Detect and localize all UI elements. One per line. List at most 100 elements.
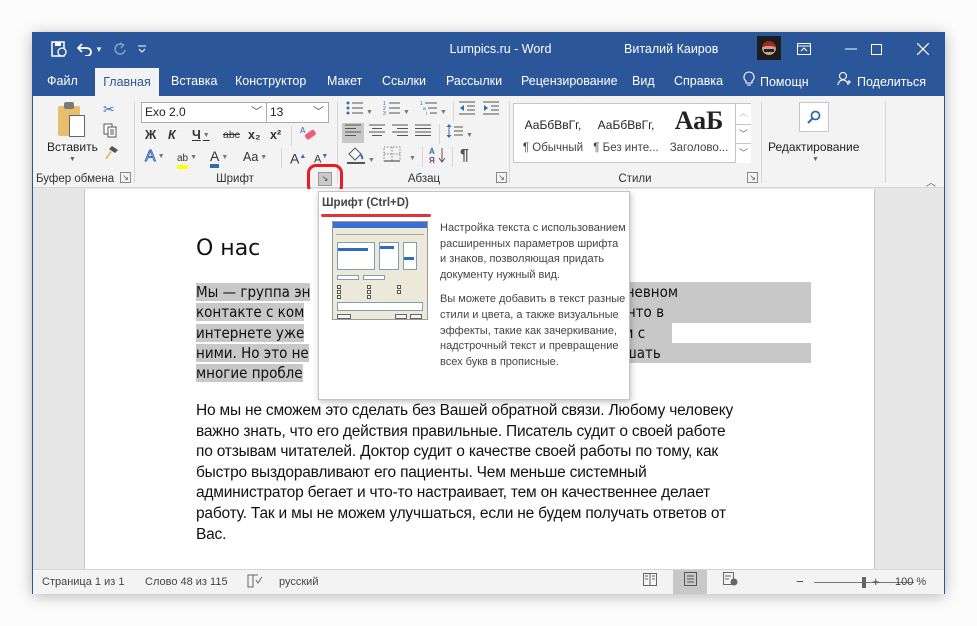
tab-view[interactable]: Вид <box>628 66 659 96</box>
highlight-dropdown-icon[interactable]: ▼ <box>190 154 197 161</box>
line-spacing-button[interactable]: ▼ <box>446 123 473 143</box>
zoom-in-button[interactable]: + <box>872 574 880 589</box>
highlight-button[interactable]: ab ▼ <box>177 147 197 169</box>
tab-tell-me[interactable]: Помощн <box>739 66 813 96</box>
superscript-button[interactable]: x² <box>270 125 281 145</box>
clear-formatting-button[interactable]: A <box>299 125 317 145</box>
zoom-slider-thumb[interactable] <box>862 577 866 588</box>
tab-design[interactable]: Конструктор <box>231 66 310 96</box>
text-line: быстро выздоравливают его пациенты. Чем … <box>196 463 647 481</box>
decrease-indent-button[interactable] <box>458 100 476 120</box>
text-line-left: ними. Но это не <box>196 343 309 362</box>
text-effects-icon: A <box>145 148 157 166</box>
underline-dropdown-icon[interactable]: ▼ <box>203 132 210 139</box>
increase-indent-icon <box>483 101 499 115</box>
language[interactable]: русский <box>279 576 318 588</box>
text-line: важно знать, что его действия правильные… <box>196 422 726 440</box>
tab-home[interactable]: Главная <box>95 68 159 98</box>
numbering-icon: 123 <box>383 101 400 117</box>
font-size-combo[interactable]: 13 ﹀ <box>266 102 329 123</box>
divider <box>452 147 453 167</box>
paragraph-dialog-launcher[interactable]: ↘ <box>496 172 507 183</box>
clipboard-dialog-launcher[interactable]: ↘ <box>120 172 131 183</box>
multilevel-dropdown-icon[interactable]: ▼ <box>440 109 447 116</box>
tab-insert[interactable]: Вставка <box>167 66 221 96</box>
maximize-icon <box>870 43 882 55</box>
print-layout-button[interactable] <box>673 570 707 594</box>
align-center-button[interactable] <box>369 123 385 143</box>
bullets-dropdown-icon[interactable]: ▼ <box>366 109 373 116</box>
print-layout-icon <box>683 572 697 586</box>
font-color-dropdown-icon[interactable]: ▼ <box>221 154 228 161</box>
bullets-icon <box>346 101 363 115</box>
page-count[interactable]: Страница 1 из 1 <box>42 576 124 588</box>
show-formatting-marks-button[interactable]: ¶ <box>460 146 469 166</box>
shading-button[interactable]: ▼ <box>346 146 375 166</box>
font-name-combo[interactable]: Exo 2.0 ﹀ <box>141 102 267 123</box>
numbering-dropdown-icon[interactable]: ▼ <box>403 109 410 116</box>
line-spacing-dropdown-icon[interactable]: ▼ <box>466 132 473 139</box>
paint-bucket-icon <box>347 147 365 164</box>
borders-dropdown-icon[interactable]: ▼ <box>409 155 416 162</box>
strikethrough-button[interactable]: abc <box>223 125 240 145</box>
chevron-down-icon[interactable]: ﹀ <box>251 103 262 122</box>
bold-button[interactable]: Ж <box>145 125 156 145</box>
format-painter-button[interactable] <box>103 145 119 163</box>
paste-dropdown-icon[interactable]: ▼ <box>69 156 76 163</box>
share-label: Поделиться <box>857 75 927 89</box>
justify-button[interactable] <box>415 123 431 143</box>
font-color-icon: A <box>210 149 220 168</box>
tab-references[interactable]: Ссылки <box>378 66 430 96</box>
tab-mailings[interactable]: Рассылки <box>442 66 506 96</box>
document-heading[interactable]: О нас <box>196 236 260 261</box>
document-paragraph[interactable]: Но мы не сможем это сделать без Вашей об… <box>196 401 826 545</box>
sort-button[interactable]: AЯ <box>429 146 447 166</box>
proofing-button[interactable] <box>247 574 263 591</box>
bullets-button[interactable]: ▼ <box>346 100 373 120</box>
collapse-ribbon-button[interactable]: ︿ <box>926 174 936 189</box>
user-name[interactable]: Виталий Каиров <box>624 42 718 56</box>
numbering-button[interactable]: 1 2 3 ▼ <box>383 100 410 120</box>
document-title-text: Lumpics.ru - Word <box>449 42 552 56</box>
svg-text:A: A <box>300 126 306 135</box>
group-clipboard: Вставить ▼ ✂ Буфер обмена ↘ <box>33 96 133 188</box>
chevron-down-icon[interactable]: ﹀ <box>313 103 324 122</box>
italic-button[interactable]: К <box>168 125 176 145</box>
grow-font-button[interactable]: A▲ <box>290 147 306 167</box>
justify-icon <box>415 124 431 136</box>
font-color-button[interactable]: A ▼ <box>210 147 228 168</box>
editing-label: Редактирование <box>768 140 860 154</box>
close-button[interactable] <box>900 32 944 66</box>
divider <box>422 147 423 167</box>
underline-button[interactable]: Ч ▼ <box>192 125 210 145</box>
word-count[interactable]: Слово 48 из 115 <box>145 576 228 588</box>
align-right-button[interactable] <box>392 123 408 143</box>
shading-dropdown-icon[interactable]: ▼ <box>368 157 375 164</box>
subscript-button[interactable]: x₂ <box>248 125 261 145</box>
maximize-button[interactable] <box>853 32 899 66</box>
text-effects-dropdown-icon[interactable]: ▼ <box>158 153 165 160</box>
styles-dialog-launcher[interactable]: ↘ <box>747 172 758 183</box>
increase-indent-button[interactable] <box>482 100 500 120</box>
cut-button[interactable]: ✂ <box>103 101 115 118</box>
tab-help[interactable]: Справка <box>670 66 727 96</box>
change-case-dropdown-icon[interactable]: ▼ <box>260 154 267 161</box>
tab-file[interactable]: Файл <box>43 66 82 96</box>
zoom-out-button[interactable]: − <box>796 574 804 589</box>
lightbulb-icon <box>743 66 755 96</box>
tab-review[interactable]: Рецензирование <box>517 66 622 96</box>
web-layout-button[interactable] <box>713 570 747 594</box>
borders-button[interactable]: ▼ <box>383 146 416 166</box>
change-case-button[interactable]: Aa ▼ <box>243 147 267 167</box>
avatar[interactable] <box>757 36 781 60</box>
ribbon-display-options-button[interactable] <box>781 32 827 66</box>
zoom-percent[interactable]: 100 % <box>895 576 926 588</box>
tab-layout[interactable]: Макет <box>323 66 366 96</box>
share-button[interactable]: Поделиться <box>833 66 930 96</box>
text-effects-button[interactable]: A ▼ <box>145 147 165 167</box>
copy-button[interactable] <box>103 123 117 141</box>
multilevel-list-button[interactable]: 1 a i ▼ <box>420 100 447 120</box>
ribbon-display-icon <box>797 43 811 55</box>
align-left-button[interactable] <box>342 123 364 143</box>
read-mode-button[interactable] <box>633 570 667 594</box>
